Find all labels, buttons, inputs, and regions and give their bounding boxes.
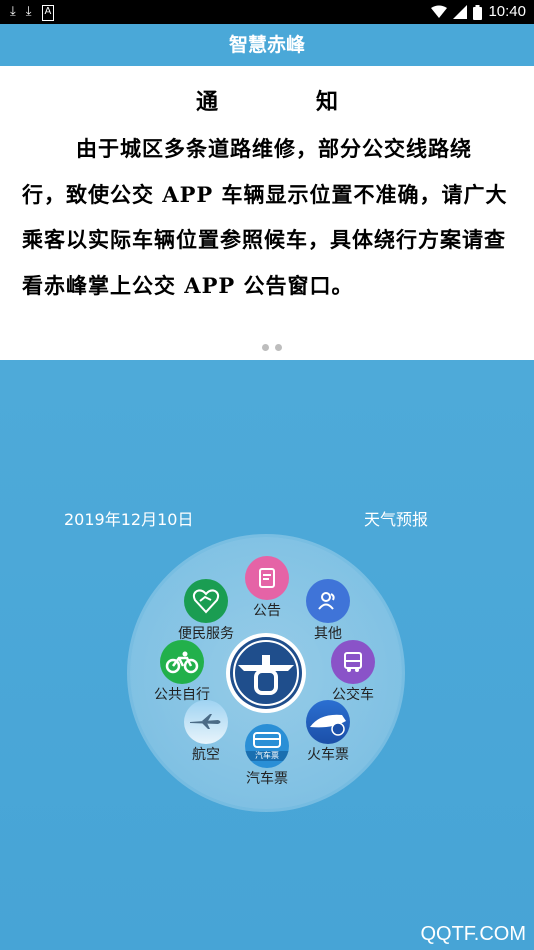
page-dot xyxy=(275,344,282,351)
menu-convenience-service[interactable]: 便民服务 xyxy=(161,579,251,642)
download-icon: ⤓ xyxy=(25,4,32,19)
a-icon: A xyxy=(41,5,55,21)
download-icon: ⤓ xyxy=(10,4,16,19)
menu-label: 汽车票 xyxy=(246,771,288,787)
menu-public-bike[interactable]: 公共自行 xyxy=(137,640,227,703)
status-bar: ⤓ ⤓ A 10:40 xyxy=(0,0,534,24)
menu-bus[interactable]: 公交车 xyxy=(308,640,398,703)
menu-label: 公共自行 xyxy=(154,687,210,703)
menu-label: 航空 xyxy=(192,747,220,763)
menu-flight[interactable]: 航空 xyxy=(161,700,251,763)
coach-badge: 汽车票 xyxy=(245,751,289,761)
bicycle-icon xyxy=(160,640,204,684)
wifi-icon xyxy=(431,5,448,18)
menu-other[interactable]: 其他 xyxy=(283,579,373,642)
app-title: 智慧赤峰 xyxy=(0,24,534,66)
notice-banner[interactable]: 通 知 由于城区多条道路维修，部分公交线路绕行，致使公交 APP 车辆显示位置不… xyxy=(0,66,534,360)
notice-title: 通 知 xyxy=(195,89,376,115)
page-dot xyxy=(262,344,269,351)
users-icon xyxy=(306,579,350,623)
signal-icon xyxy=(453,5,468,19)
heart-hand-icon xyxy=(184,579,228,623)
coach-bus-icon: 汽车票 xyxy=(245,724,289,768)
airplane-icon xyxy=(184,700,228,744)
banner-page-indicator xyxy=(262,344,282,351)
menu-label: 便民服务 xyxy=(178,626,234,642)
notice-body: 由于城区多条道路维修，部分公交线路绕行，致使公交 APP 车辆显示位置不准确，请… xyxy=(22,136,508,298)
status-time: 10:40 xyxy=(488,3,526,20)
date-label: 2019年12月10日 xyxy=(64,510,194,529)
train-icon xyxy=(306,700,350,744)
watermark: QQTF.COM xyxy=(420,923,526,945)
weather-forecast-link[interactable]: 天气预报 xyxy=(364,506,428,530)
bus-icon xyxy=(331,640,375,684)
battery-icon xyxy=(473,4,483,20)
